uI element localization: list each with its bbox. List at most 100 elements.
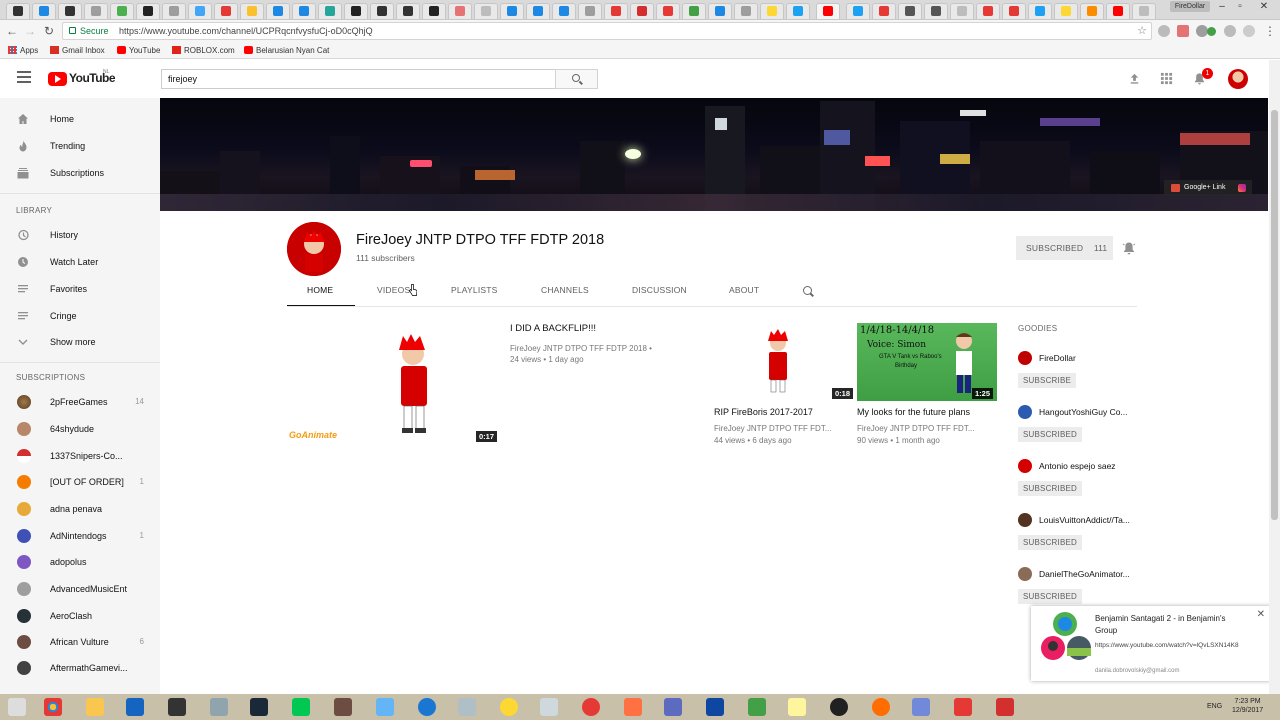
tab-playlists[interactable]: PLAYLISTS [451,280,498,307]
page-scrollbar[interactable] [1269,60,1280,694]
sidebar-item-trending[interactable]: Trending [0,133,160,159]
app-icon[interactable] [458,698,476,716]
browser-tab[interactable] [976,3,1000,19]
featured-channel-name[interactable]: HangoutYoshiGuy Co... [1039,407,1128,417]
tab-home[interactable]: HOME [287,280,355,307]
tab-about[interactable]: ABOUT [729,280,759,307]
sidebar-subscription[interactable]: 2pFreeGames 14 [0,389,160,415]
address-bar[interactable]: Secure https://www.youtube.com/channel/U… [62,22,1152,40]
menu-kebab-icon[interactable]: ⋮ [1262,23,1278,39]
featured-channel-avatar[interactable] [1018,351,1032,365]
featured-video-title[interactable]: I DID A BACKFLIP!!! [510,323,596,334]
browser-tab[interactable] [1106,3,1130,19]
browser-tab[interactable] [630,3,654,19]
featured-channel-name[interactable]: FireDollar [1039,353,1076,363]
app-icon[interactable] [418,698,436,716]
sidebar-subscription[interactable]: [OUT OF ORDER] 1 [0,469,160,495]
system-clock[interactable]: 7:23 PM 12/9/2017 [1232,697,1263,715]
tab-discussion[interactable]: DISCUSSION [632,280,687,307]
close-window-icon[interactable]: ✕ [1256,1,1272,12]
forward-icon[interactable]: → [22,23,38,39]
bookmark-roblox[interactable]: ROBLOX.com [172,46,235,55]
browser-tab-active[interactable] [816,3,840,19]
hangouts-icon[interactable] [748,698,766,716]
input-language[interactable]: ENG [1207,703,1222,710]
featured-video-channel[interactable]: FireJoey JNTP DTPO TFF FDTP 2018 • [510,344,652,353]
sidebar-subscription[interactable]: 64shydude [0,416,160,442]
app-icon[interactable] [872,698,890,716]
browser-tab[interactable] [370,3,394,19]
browser-tab[interactable] [1080,3,1104,19]
desktop-notification[interactable]: Benjamin Santagati 2 - in Benjamin's Gro… [1031,606,1271,681]
video-thumbnail[interactable]: 1/4/18-14/4/18 Voice: Simon GTA V Tank v… [857,323,997,401]
featured-channel-avatar[interactable] [1018,567,1032,581]
bookmark-nyan-cat[interactable]: Belarusian Nyan Cat [244,46,329,55]
obs-icon[interactable] [830,698,848,716]
app-icon[interactable] [210,698,228,716]
browser-tab[interactable] [924,3,948,19]
tab-videos[interactable]: VIDEOS [377,280,410,307]
app-icon[interactable] [706,698,724,716]
featured-channel-avatar[interactable] [1018,459,1032,473]
sidebar-item-subscriptions[interactable]: Subscriptions [0,160,160,186]
browser-profile-chip[interactable]: FireDollar [1170,1,1210,12]
featured-channel-avatar[interactable] [1018,405,1032,419]
subscribed-button[interactable]: SUBSCRIBED [1018,427,1083,442]
browser-tab[interactable] [214,3,238,19]
channel-avatar[interactable] [287,222,341,276]
minimize-icon[interactable]: – [1214,1,1230,12]
sidebar-item-favorites[interactable]: Favorites [0,276,160,302]
instagram-icon[interactable] [1238,184,1246,192]
extension-icon[interactable] [1158,25,1170,37]
reload-icon[interactable]: ↻ [41,23,57,39]
featured-channel-name[interactable]: LouisVuittonAddict//Ta... [1039,515,1130,525]
browser-tab[interactable] [162,3,186,19]
video-thumbnail[interactable]: 0:18 [714,323,854,401]
browser-tab[interactable] [950,3,974,19]
browser-tab[interactable] [1028,3,1052,19]
app-icon[interactable] [540,698,558,716]
browser-tab[interactable] [266,3,290,19]
extension-icon[interactable] [1207,27,1216,36]
apps-grid-icon[interactable] [1160,72,1173,85]
app-icon[interactable] [376,698,394,716]
app-icon[interactable] [664,698,682,716]
minecraft-icon[interactable] [334,698,352,716]
discord-icon[interactable] [912,698,930,716]
browser-tab[interactable] [708,3,732,19]
upload-icon[interactable] [1128,72,1141,85]
scrollbar-thumb[interactable] [1271,110,1278,520]
bookmark-star-icon[interactable]: ☆ [1137,23,1147,39]
subscribed-button[interactable]: SUBSCRIBED 111 [1016,236,1113,260]
maximize-icon[interactable]: ▫ [1232,1,1248,12]
browser-tab[interactable] [500,3,524,19]
browser-tab[interactable] [6,3,30,19]
browser-tab[interactable] [846,3,870,19]
browser-tab[interactable] [656,3,680,19]
bookmark-apps[interactable]: Apps [8,46,38,55]
hamburger-menu-icon[interactable] [17,71,31,83]
video-channel[interactable]: FireJoey JNTP DTPO TFF FDT... [857,424,987,433]
featured-channel-avatar[interactable] [1018,513,1032,527]
tab-channels[interactable]: CHANNELS [541,280,589,307]
browser-tab[interactable] [344,3,368,19]
browser-tab[interactable] [84,3,108,19]
browser-tab[interactable] [292,3,316,19]
sidebar-subscription[interactable]: 1337Snipers-Co... [0,443,160,469]
sidebar-subscription[interactable]: African Vulture 6 [0,629,160,655]
sidebar-subscription[interactable]: AdNintendogs 1 [0,523,160,549]
featured-channel-name[interactable]: DanielTheGoAnimator... [1039,569,1130,579]
sidebar-item-history[interactable]: History [0,222,160,248]
chrome-icon[interactable] [44,698,62,716]
browser-tab[interactable] [396,3,420,19]
url-text[interactable]: https://www.youtube.com/channel/UCPRqcnf… [119,23,373,39]
browser-tab[interactable] [1132,3,1156,19]
browser-tab[interactable] [872,3,896,19]
channel-search-icon[interactable] [803,286,812,295]
featured-video-thumbnail[interactable]: GoAnimate 0:17 [287,322,497,442]
extension-icon[interactable] [1243,25,1255,37]
extension-icon[interactable] [1177,25,1189,37]
video-channel[interactable]: FireJoey JNTP DTPO TFF FDT... [714,424,844,433]
featured-channel-name[interactable]: Antonio espejo saez [1039,461,1116,471]
app-icon[interactable] [788,698,806,716]
